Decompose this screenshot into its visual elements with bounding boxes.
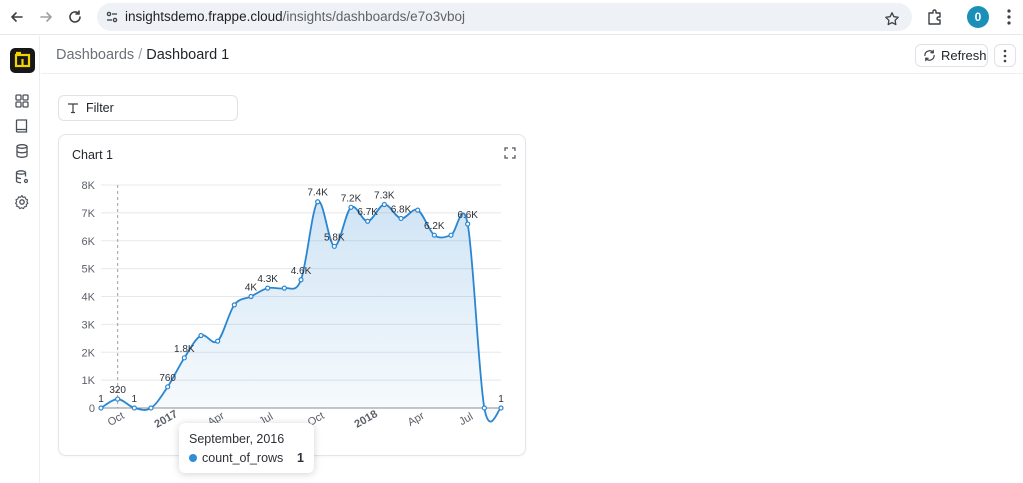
url-path: /insights/dashboards/e7o3vboj [282, 9, 465, 24]
tooltip-title: September, 2016 [189, 432, 285, 446]
data-point [248, 293, 254, 300]
browser-toolbar: insightsdemo.frappe.cloud/insights/dashb… [0, 0, 1023, 35]
data-point [181, 355, 187, 361]
data-label: 760 [159, 373, 176, 384]
data-point [148, 405, 154, 411]
tooltip-series-name: count_of_rows [202, 451, 284, 465]
refresh-button[interactable]: Refresh [915, 44, 988, 67]
data-label: 7.4K [307, 188, 328, 199]
data-point [481, 405, 487, 411]
data-point [365, 218, 371, 224]
app-header: Dashboards / Dashboard 1 Refresh [41, 36, 1023, 74]
insights-logo-icon[interactable] [10, 48, 35, 73]
more-vertical-icon [1003, 49, 1007, 62]
data-point [231, 302, 237, 308]
data-point [331, 243, 337, 249]
app-sidebar [0, 36, 40, 483]
data-label: 1 [132, 394, 138, 405]
data-point [415, 207, 421, 213]
refresh-label: Refresh [941, 48, 987, 63]
gear-icon[interactable] [14, 194, 30, 210]
x-tick-label: 2018 [353, 408, 380, 431]
data-point [315, 199, 321, 205]
y-tick-label: 5K [82, 264, 96, 276]
page-title: Dashboard 1 [146, 47, 230, 63]
y-tick-label: 7K [82, 208, 96, 220]
data-point [448, 232, 454, 238]
data-point [398, 215, 404, 222]
data-point [348, 204, 354, 210]
data-point [98, 405, 104, 411]
breadcrumb-separator: / [138, 47, 143, 63]
url-text: insightsdemo.frappe.cloud/insights/dashb… [125, 9, 465, 24]
data-label: 320 [109, 385, 126, 396]
chart-tooltip: September, 2016 count_of_rows 1 [179, 423, 314, 473]
filter-label: Filter [86, 101, 114, 115]
data-point [298, 277, 304, 283]
text-filter-icon [67, 103, 79, 114]
data-point [265, 285, 271, 291]
series-area [101, 201, 501, 422]
forward-icon[interactable] [35, 6, 57, 28]
back-icon[interactable] [6, 6, 28, 28]
y-tick-label: 1K [82, 375, 96, 387]
data-label: 4.3K [257, 274, 278, 285]
y-tick-label: 4K [82, 292, 96, 304]
y-tick-label: 0 [89, 403, 95, 415]
x-tick-label: 2017 [153, 408, 180, 431]
data-label: 6.2K [424, 221, 445, 232]
address-bar[interactable]: insightsdemo.frappe.cloud/insights/dashb… [97, 3, 912, 31]
data-label: 5.8K [324, 232, 345, 243]
x-tick-label: Apr [406, 410, 427, 429]
data-label: 7.3K [374, 191, 395, 202]
book-icon[interactable] [14, 118, 30, 134]
data-label: 4.6K [291, 266, 312, 277]
data-point [215, 338, 221, 344]
data-point [131, 405, 137, 411]
database-icon[interactable] [14, 143, 30, 159]
data-point [465, 221, 471, 227]
data-label: 6.8K [391, 204, 412, 215]
data-point [381, 201, 387, 208]
tooltip-series-dot [189, 454, 197, 462]
data-point [281, 285, 287, 291]
database-settings-icon[interactable] [14, 169, 30, 185]
data-label: 1 [98, 394, 104, 405]
profile-avatar-icon[interactable]: 0 [967, 6, 989, 28]
site-info-icon[interactable] [105, 10, 119, 24]
data-label: 1.8K [174, 344, 195, 355]
breadcrumb: Dashboards / Dashboard 1 [56, 47, 229, 63]
data-label: 6.6K [457, 210, 478, 221]
data-label: 7.2K [341, 193, 362, 204]
breadcrumb-dashboards-link[interactable]: Dashboards [56, 47, 134, 63]
x-tick-label: Jul [457, 411, 475, 428]
filter-button[interactable]: Filter [58, 95, 238, 121]
data-label: 1 [498, 394, 504, 405]
data-point [498, 405, 504, 411]
y-tick-label: 8K [82, 180, 96, 192]
more-options-button[interactable] [994, 44, 1016, 67]
data-label: 4K [245, 283, 258, 294]
y-tick-label: 2K [82, 347, 96, 359]
chart-card[interactable]: Chart 1 0 1K 2K 3K 4K 5K 6K 7K 8K Oct 2017 Apr Jul Oc… [58, 134, 526, 473]
chart-plot: 01K2K3K4K5K6K7K8KOct 2017 Apr Jul Oct 2018 Apr… [82, 180, 505, 431]
url-domain: insightsdemo.frappe.cloud [125, 9, 283, 24]
grid-icon[interactable] [14, 93, 30, 109]
reload-icon[interactable] [64, 6, 86, 28]
data-point [115, 396, 121, 402]
tooltip-value: 1 [297, 451, 304, 465]
refresh-icon [924, 49, 935, 62]
y-tick-label: 3K [82, 319, 96, 331]
bookmark-star-icon[interactable] [884, 11, 900, 27]
y-tick-label: 6K [82, 236, 96, 248]
data-point [165, 384, 171, 390]
x-tick-label: Oct [106, 410, 127, 429]
data-label: 6.7K [357, 207, 378, 218]
browser-menu-icon[interactable] [1002, 7, 1016, 27]
data-point [431, 232, 437, 238]
data-point [198, 332, 204, 339]
extensions-icon[interactable] [925, 7, 945, 27]
